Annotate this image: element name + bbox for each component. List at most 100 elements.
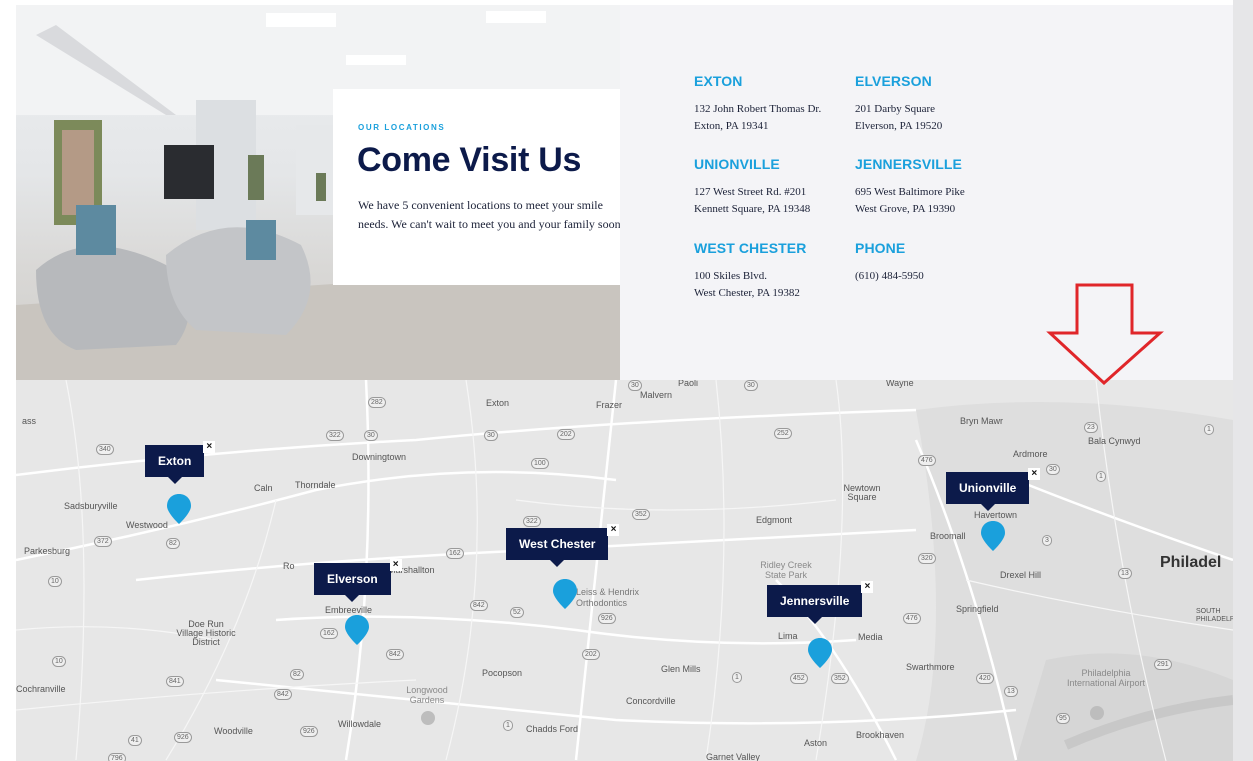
address-line: 127 West Street Rd. #201: [694, 186, 807, 198]
route-shield: 1: [1096, 471, 1106, 482]
route-shield: 82: [290, 669, 304, 680]
route-shield: 322: [326, 430, 344, 441]
map-label: Bala Cynwyd: [1088, 436, 1141, 446]
map-label: Pocopson: [482, 668, 523, 678]
close-icon[interactable]: ×: [203, 441, 216, 453]
map-tooltip-elverson[interactable]: Elverson ×: [314, 559, 402, 602]
tooltip-tail: [807, 617, 822, 624]
map-label: ass: [22, 416, 37, 426]
tooltip-label: Exton: [158, 454, 192, 468]
map-label: Drexel Hill: [1000, 570, 1042, 580]
route-shield: 23: [1084, 422, 1098, 433]
locations-map[interactable]: ass Exton Frazer Malvern Paoli Wayne Bry…: [16, 380, 1233, 761]
route-shield: 30: [484, 430, 498, 441]
map-label: Downingtown: [352, 452, 407, 462]
close-icon[interactable]: ×: [607, 524, 620, 536]
close-icon[interactable]: ×: [389, 559, 402, 571]
route-shield: 52: [510, 607, 524, 618]
location-title: PHONE: [855, 240, 906, 256]
map-label: Woodville: [214, 726, 253, 736]
route-shield: 372: [94, 536, 112, 547]
route-shield: 841: [166, 676, 184, 687]
route-shield: 352: [632, 509, 650, 520]
route-shield: 842: [386, 649, 404, 660]
tooltip-tail: [345, 595, 360, 602]
tooltip-label: Jennersville: [780, 594, 850, 608]
map-tooltip-unionville[interactable]: Unionville ×: [946, 468, 1041, 511]
map-tooltip-jennersville[interactable]: Jennersville ×: [767, 581, 874, 624]
route-shield: 202: [557, 429, 575, 440]
route-shield: 926: [598, 613, 616, 624]
tooltip-label: West Chester: [519, 537, 596, 551]
section-eyebrow: OUR LOCATIONS: [358, 123, 446, 132]
route-shield: 452: [790, 673, 808, 684]
route-shield: 13: [1118, 568, 1132, 579]
map-pin-icon[interactable]: [167, 494, 191, 524]
route-shield: 1: [503, 720, 513, 731]
route-shield: 41: [128, 735, 142, 746]
location-title: WEST CHESTER: [694, 240, 807, 256]
map-tooltip-exton[interactable]: Exton ×: [145, 441, 216, 484]
map-label: Swarthmore: [906, 662, 955, 672]
map-label: Springfield: [956, 604, 999, 614]
map-label: Ridley Creek State Park: [760, 560, 812, 580]
address-line: Elverson, PA 19520: [855, 120, 943, 132]
map-pin-icon[interactable]: [981, 521, 1005, 551]
map-label: Exton: [486, 398, 510, 408]
location-phone: PHONE (610) 484-5950: [855, 240, 924, 285]
map-label: Edgmont: [756, 515, 793, 525]
route-shield: 30: [364, 430, 378, 441]
map-label: Media: [858, 632, 883, 642]
map-label: Willowdale: [338, 719, 382, 729]
map-label: Philadel: [1160, 554, 1222, 571]
map-label: Frazer: [596, 400, 623, 410]
route-shield: 82: [166, 538, 180, 549]
tooltip-tail: [550, 560, 565, 567]
location-west-chester: WEST CHESTER 100 Skiles Blvd. West Chest…: [694, 240, 806, 302]
map-label: Chadds Ford: [526, 724, 579, 734]
route-shield: 320: [918, 553, 936, 564]
map-label: Brookhaven: [856, 730, 905, 740]
left-margin: [0, 0, 16, 761]
route-shield: 476: [903, 613, 921, 624]
map-label: Aston: [804, 738, 828, 748]
route-shield: 842: [470, 600, 488, 611]
route-shield: 30: [744, 380, 758, 391]
map-label: Leiss & Hendrix Orthodontics: [576, 587, 640, 608]
map-label: Wayne: [886, 380, 914, 388]
map-label: Concordville: [626, 696, 676, 706]
route-shield: 1: [1204, 424, 1214, 435]
route-shield: 842: [274, 689, 292, 700]
map-pin-icon[interactable]: [808, 638, 832, 668]
map-pin-icon[interactable]: [345, 615, 369, 645]
map-label: Ardmore: [1013, 449, 1048, 459]
route-shield: 252: [774, 428, 792, 439]
tooltip-label: Elverson: [327, 572, 378, 586]
map-label: Doe Run Village Historic District: [176, 619, 236, 647]
map-label: Bryn Mawr: [960, 416, 1004, 426]
map-label: Caln: [254, 483, 273, 493]
close-icon[interactable]: ×: [1028, 468, 1041, 480]
scrollbar-track[interactable]: [1233, 0, 1253, 761]
map-tooltip-west-chester[interactable]: West Chester ×: [506, 524, 620, 567]
address-line: 695 West Baltimore Pike: [855, 186, 965, 198]
section-description: We have 5 convenient locations to meet y…: [358, 198, 625, 231]
location-title: ELVERSON: [855, 73, 932, 89]
phone-link[interactable]: (610) 484-5950: [855, 268, 924, 285]
tooltip-tail: [167, 477, 182, 484]
route-shield: 162: [446, 548, 464, 559]
map-label: Newtown Square: [843, 483, 881, 502]
address-line: Kennett Square, PA 19348: [694, 203, 811, 215]
route-shield: 1: [732, 672, 742, 683]
map-label: Lima: [778, 631, 798, 641]
location-jennersville: JENNERSVILLE 695 West Baltimore Pike Wes…: [855, 156, 965, 218]
map-pin-icon[interactable]: [553, 579, 577, 609]
map-label: Broomall: [930, 531, 966, 541]
route-shield: 282: [368, 397, 386, 408]
address-line: 201 Darby Square: [855, 103, 936, 115]
map-label: Cochranville: [16, 684, 66, 694]
close-icon[interactable]: ×: [861, 581, 874, 593]
address-line: 100 Skiles Blvd.: [694, 270, 768, 282]
route-shield: 13: [1004, 686, 1018, 697]
location-elverson: ELVERSON 201 Darby Square Elverson, PA 1…: [855, 73, 942, 135]
